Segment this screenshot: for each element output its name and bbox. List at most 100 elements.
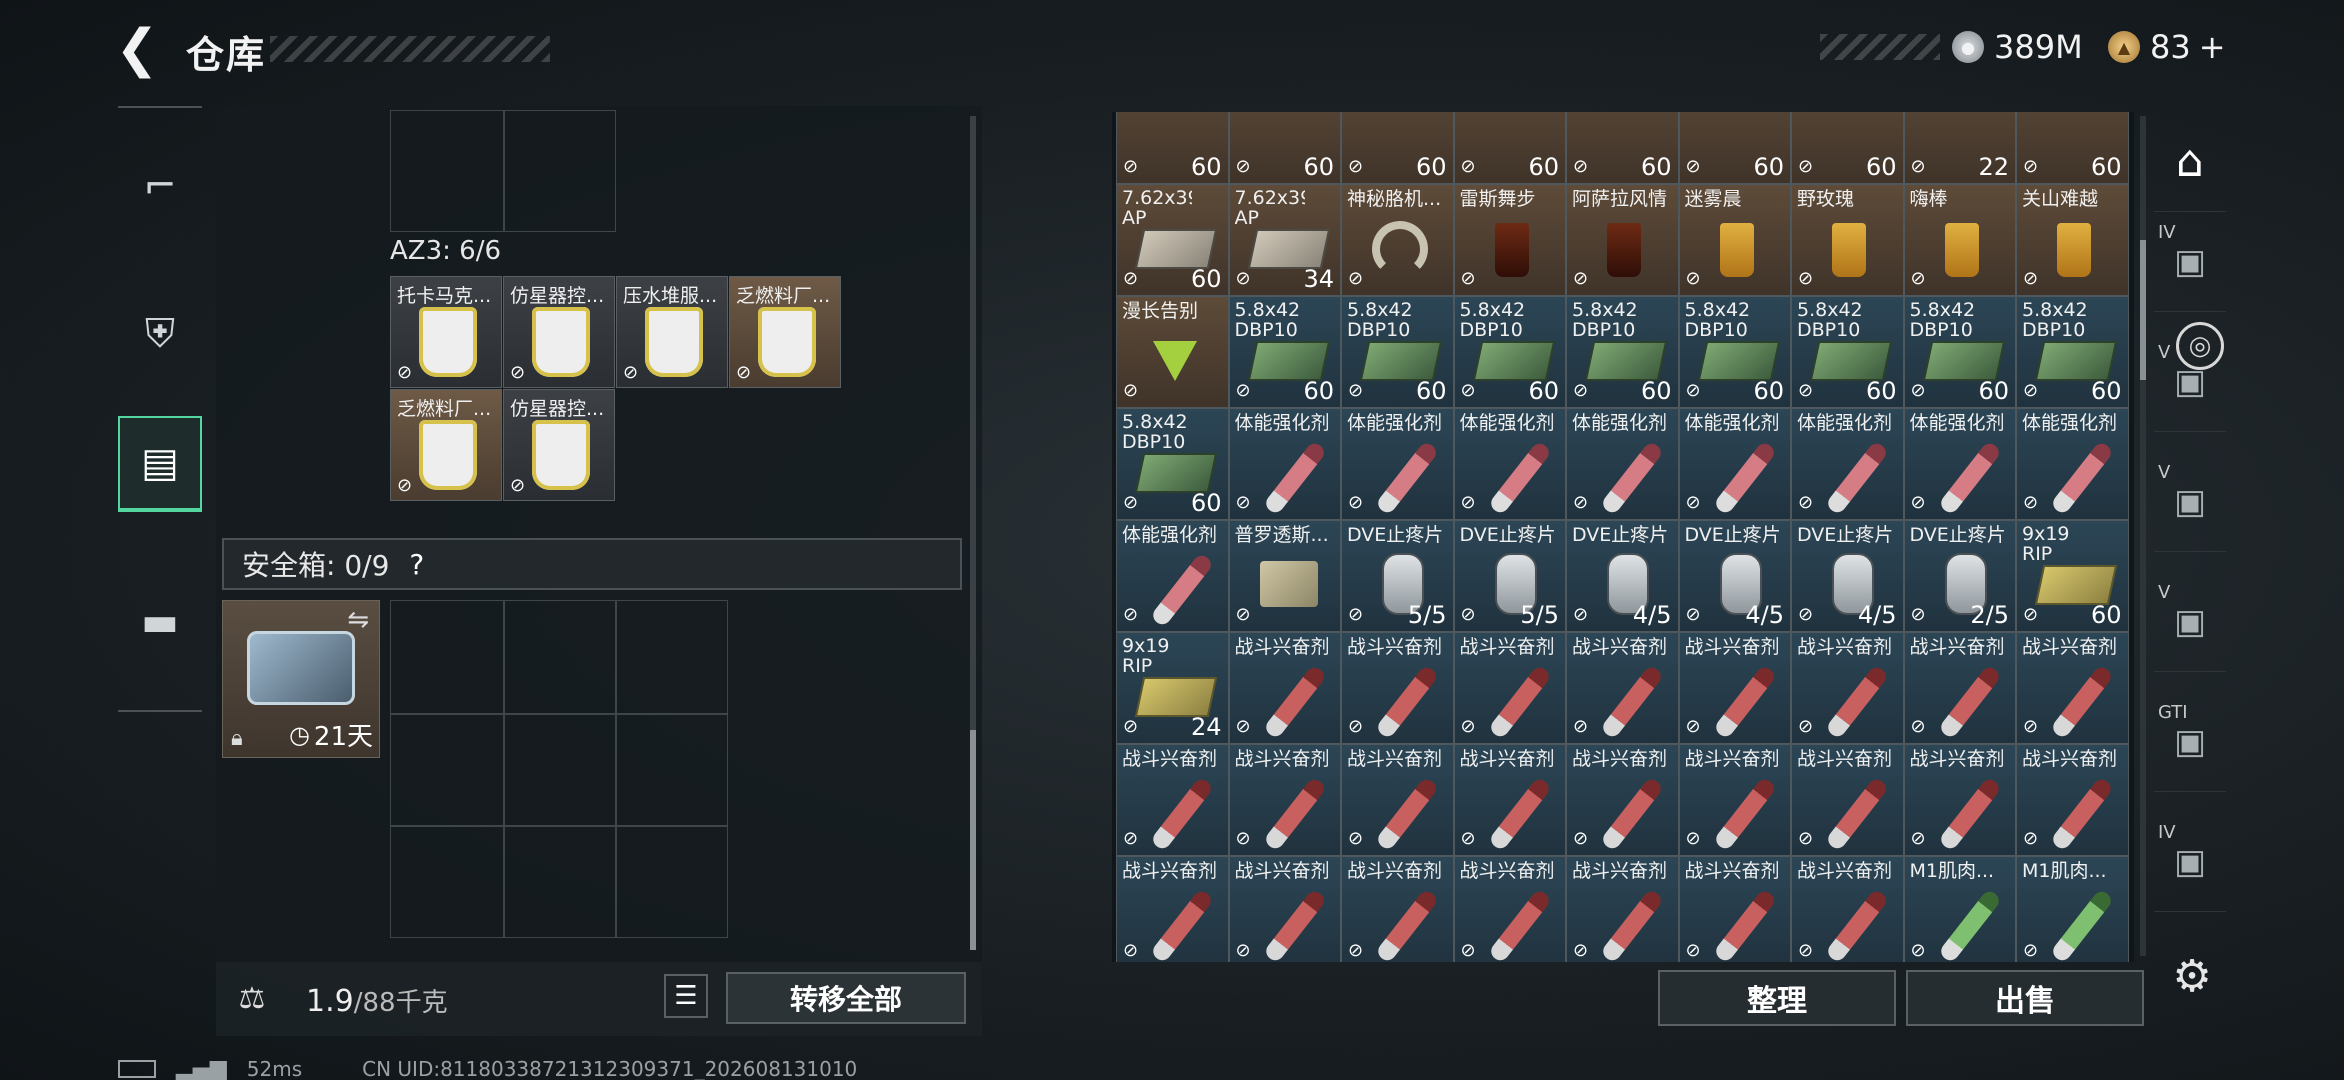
- warehouse-item[interactable]: 5.8x42 DBP10 ⊘ 60: [1566, 296, 1679, 408]
- warehouse-item[interactable]: 战斗兴奋剂 ⊘: [1341, 744, 1454, 856]
- warehouse-item[interactable]: 体能强化剂 ⊘: [1453, 408, 1566, 520]
- warehouse-item[interactable]: 战斗兴奋剂 ⊘: [2016, 632, 2129, 744]
- warehouse-item[interactable]: 体能强化剂 ⊘: [1228, 408, 1341, 520]
- safe-box-item[interactable]: ⇋ 🔒︎ ◷ 21天: [222, 600, 380, 758]
- warehouse-item[interactable]: DVE止疼片 ⊘ 2/5: [1903, 520, 2016, 632]
- warehouse-item[interactable]: DVE止疼片 ⊘ 4/5: [1678, 520, 1791, 632]
- warehouse-item[interactable]: DVE止疼片 ⊘ 4/5: [1791, 520, 1904, 632]
- warehouse-item[interactable]: 5.8x42 DBP10 ⊘ 60: [1228, 296, 1341, 408]
- rig-item[interactable]: 乏燃料厂... ⊘: [390, 389, 502, 501]
- loadout-scrollbar-thumb[interactable]: [970, 730, 976, 950]
- rig-item[interactable]: 压水堆服... ⊘: [616, 276, 728, 388]
- nav-backpack[interactable]: ▤: [118, 416, 202, 512]
- sell-button[interactable]: 出售: [1906, 970, 2144, 1026]
- warehouse-item[interactable]: 野玫瑰 ⊘: [1791, 184, 1904, 296]
- rig-item[interactable]: 乏燃料厂... ⊘: [729, 276, 841, 388]
- warehouse-item[interactable]: 战斗兴奋剂 ⊘: [1228, 744, 1341, 856]
- warehouse-item[interactable]: 漫长告别 ⊘: [1116, 296, 1229, 408]
- warehouse-tab-4[interactable]: ▣ V: [2154, 452, 2226, 552]
- warehouse-item[interactable]: 体能强化剂 ⊘: [1678, 408, 1791, 520]
- warehouse-item[interactable]: 体能强化剂 ⊘: [1903, 408, 2016, 520]
- warehouse-item[interactable]: 7.62x39 AP ⊘ 60: [1116, 184, 1229, 296]
- warehouse-tab-2[interactable]: ▣ IV: [2154, 212, 2226, 312]
- warehouse-item[interactable]: M1肌肉... ⊘: [2016, 856, 2129, 962]
- warehouse-item[interactable]: 战斗兴奋剂 ⊘: [1791, 744, 1904, 856]
- warehouse-item[interactable]: 战斗兴奋剂 ⊘: [1566, 744, 1679, 856]
- warehouse-item[interactable]: 战斗兴奋剂 ⊘: [1341, 632, 1454, 744]
- warehouse-item[interactable]: DVE止疼片 ⊘ 5/5: [1341, 520, 1454, 632]
- safe-slot[interactable]: [390, 600, 504, 714]
- warehouse-item[interactable]: 战斗兴奋剂 ⊘: [1678, 744, 1791, 856]
- nav-case[interactable]: ▬: [118, 574, 202, 670]
- warehouse-item[interactable]: 战斗兴奋剂 ⊘: [1678, 632, 1791, 744]
- swap-icon[interactable]: ⇋: [347, 605, 369, 635]
- gold-currency[interactable]: ▲ 83 +: [2108, 28, 2226, 66]
- warehouse-item[interactable]: 战斗兴奋剂 ⊘: [1903, 632, 2016, 744]
- warehouse-item[interactable]: ⊘ 60: [1566, 112, 1679, 184]
- safe-slot[interactable]: [504, 714, 616, 826]
- warehouse-item[interactable]: 体能强化剂 ⊘: [1566, 408, 1679, 520]
- warehouse-item[interactable]: 迷雾晨 ⊘: [1678, 184, 1791, 296]
- warehouse-item[interactable]: ⊘ 60: [1791, 112, 1904, 184]
- warehouse-item[interactable]: 5.8x42 DBP10 ⊘ 60: [2016, 296, 2129, 408]
- warehouse-item[interactable]: 普罗透斯... ⊘: [1228, 520, 1341, 632]
- list-view-button[interactable]: ☰: [664, 974, 708, 1018]
- warehouse-item[interactable]: 体能强化剂 ⊘: [1341, 408, 1454, 520]
- warehouse-item[interactable]: 战斗兴奋剂 ⊘: [1791, 632, 1904, 744]
- warehouse-item[interactable]: 阿萨拉风情 ⊘: [1566, 184, 1679, 296]
- warehouse-item[interactable]: 5.8x42 DBP10 ⊘ 60: [1341, 296, 1454, 408]
- warehouse-item[interactable]: 5.8x42 DBP10 ⊘ 60: [1791, 296, 1904, 408]
- warehouse-item[interactable]: M1肌肉... ⊘: [1903, 856, 2016, 962]
- rig-item[interactable]: 托卡马克... ⊘: [390, 276, 502, 388]
- warehouse-item[interactable]: ⊘ 60: [1678, 112, 1791, 184]
- warehouse-item[interactable]: 神秘胳机... ⊘: [1341, 184, 1454, 296]
- warehouse-item[interactable]: 5.8x42 DBP10 ⊘ 60: [1116, 408, 1229, 520]
- warehouse-tab-7[interactable]: ▣ IV: [2154, 812, 2226, 912]
- warehouse-item[interactable]: ⊘ 60: [1228, 112, 1341, 184]
- warehouse-tab-5[interactable]: ▣ V: [2154, 572, 2226, 672]
- safe-slot[interactable]: [616, 600, 728, 714]
- warehouse-item[interactable]: 体能强化剂 ⊘: [2016, 408, 2129, 520]
- warehouse-item[interactable]: DVE止疼片 ⊘ 4/5: [1566, 520, 1679, 632]
- backpack-slot[interactable]: [504, 110, 616, 232]
- warehouse-tab-6[interactable]: ▣ GTI: [2154, 692, 2226, 792]
- warehouse-item[interactable]: DVE止疼片 ⊘ 5/5: [1453, 520, 1566, 632]
- safe-slot[interactable]: [504, 600, 616, 714]
- safe-slot[interactable]: [390, 826, 504, 938]
- warehouse-item[interactable]: 5.8x42 DBP10 ⊘ 60: [1453, 296, 1566, 408]
- warehouse-item[interactable]: 战斗兴奋剂 ⊘: [1228, 632, 1341, 744]
- warehouse-item[interactable]: 战斗兴奋剂 ⊘: [1228, 856, 1341, 962]
- safe-slot[interactable]: [390, 714, 504, 826]
- warehouse-item[interactable]: 9x19 RIP ⊘ 24: [1116, 632, 1229, 744]
- warehouse-tab-1[interactable]: ⌂: [2154, 112, 2226, 212]
- backpack-slot[interactable]: [390, 110, 504, 232]
- add-currency-icon[interactable]: +: [2199, 28, 2226, 66]
- warehouse-item[interactable]: 战斗兴奋剂 ⊘: [1566, 632, 1679, 744]
- help-icon[interactable]: ?: [409, 548, 424, 581]
- warehouse-item[interactable]: ⊘ 60: [1453, 112, 1566, 184]
- warehouse-item[interactable]: 战斗兴奋剂 ⊘: [1791, 856, 1904, 962]
- warehouse-item[interactable]: 嗨棒 ⊘: [1903, 184, 2016, 296]
- warehouse-item[interactable]: 7.62x39 AP ⊘ 34: [1228, 184, 1341, 296]
- back-button[interactable]: ❮: [112, 19, 162, 79]
- warehouse-scrollbar-thumb[interactable]: [2140, 240, 2146, 380]
- warehouse-item[interactable]: 体能强化剂 ⊘: [1116, 520, 1229, 632]
- warehouse-item[interactable]: 战斗兴奋剂 ⊘: [1341, 856, 1454, 962]
- scope-icon[interactable]: ◎: [2176, 322, 2224, 370]
- warehouse-item[interactable]: 战斗兴奋剂 ⊘: [1678, 856, 1791, 962]
- warehouse-item[interactable]: 战斗兴奋剂 ⊘: [1116, 856, 1229, 962]
- warehouse-item[interactable]: 战斗兴奋剂 ⊘: [1453, 632, 1566, 744]
- warehouse-item[interactable]: ⊘ 60: [1116, 112, 1229, 184]
- transfer-all-button[interactable]: 转移全部: [726, 972, 966, 1024]
- warehouse-item[interactable]: 雷斯舞步 ⊘: [1453, 184, 1566, 296]
- sort-button[interactable]: 整理: [1658, 970, 1896, 1026]
- warehouse-item[interactable]: 战斗兴奋剂 ⊘: [1116, 744, 1229, 856]
- warehouse-item[interactable]: 战斗兴奋剂 ⊘: [1566, 856, 1679, 962]
- warehouse-item[interactable]: 战斗兴奋剂 ⊘: [2016, 744, 2129, 856]
- warehouse-item[interactable]: 战斗兴奋剂 ⊘: [1453, 856, 1566, 962]
- rig-item[interactable]: 仿星器控... ⊘: [503, 276, 615, 388]
- warehouse-item[interactable]: ⊘ 60: [1341, 112, 1454, 184]
- nav-armor[interactable]: ⛨: [118, 286, 202, 382]
- settings-gear-icon[interactable]: ⚙: [2164, 948, 2220, 1004]
- warehouse-item[interactable]: 体能强化剂 ⊘: [1791, 408, 1904, 520]
